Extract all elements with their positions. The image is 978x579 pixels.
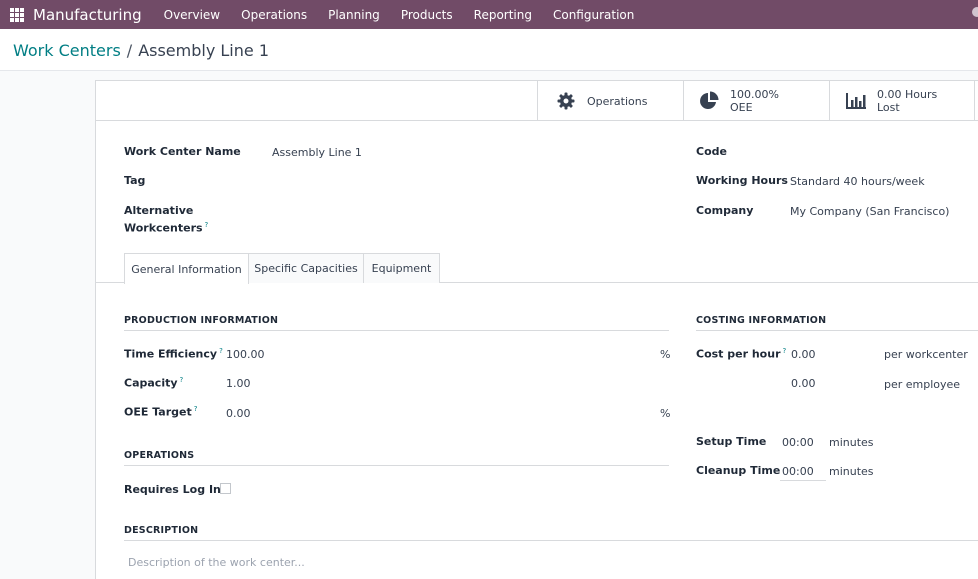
gear-icon	[555, 92, 577, 110]
costing-information-title: COSTING INFORMATION	[696, 315, 978, 331]
oee-target-text: OEE Target	[124, 405, 192, 419]
smart-button-box: Operations 100.00% OEE 0.00 Hours Lost	[96, 81, 978, 121]
production-information-title: PRODUCTION INFORMATION	[124, 315, 669, 331]
apps-menu-icon[interactable]	[10, 7, 24, 22]
bar-chart-icon	[845, 92, 867, 110]
oee-target-percent: %	[660, 407, 671, 420]
oee-stat: 100.00% OEE	[730, 88, 779, 114]
menu-products[interactable]: Products	[401, 8, 453, 22]
time-efficiency-input[interactable]: 100.00	[226, 348, 265, 361]
work-center-name-input[interactable]: Assembly Line 1	[272, 146, 362, 159]
cleanup-time-input[interactable]: 00:00	[782, 465, 814, 478]
pie-chart-icon	[698, 91, 720, 111]
setup-time-unit: minutes	[829, 436, 874, 449]
help-tooltip-icon[interactable]: ?	[194, 405, 198, 413]
help-tooltip-icon[interactable]: ?	[783, 347, 787, 355]
notebook-tabs: General Information Specific Capacities …	[96, 253, 978, 284]
tab-equipment[interactable]: Equipment	[364, 253, 440, 283]
cost-per-employee-input[interactable]: 0.00	[791, 377, 816, 390]
alternative-label-line1: Alternative	[124, 204, 194, 217]
time-efficiency-percent: %	[660, 348, 671, 361]
app-name[interactable]: Manufacturing	[33, 6, 142, 24]
menu-configuration[interactable]: Configuration	[553, 8, 634, 22]
lost-stat: 0.00 Hours Lost	[877, 88, 937, 114]
user-avatar-icon[interactable]	[972, 7, 978, 17]
oee-value: 100.00%	[730, 88, 779, 101]
time-efficiency-label: Time Efficiency?	[124, 347, 223, 361]
description-input[interactable]: Description of the work center...	[128, 556, 305, 569]
operations-button-label: Operations	[587, 94, 648, 108]
per-workcenter-unit: per workcenter	[884, 348, 968, 361]
company-input[interactable]: My Company (San Francisco)	[790, 205, 949, 218]
breadcrumb: Work Centers / Assembly Line 1	[13, 41, 269, 60]
company-label: Company	[696, 204, 754, 217]
cleanup-time-underline	[780, 480, 826, 481]
oee-target-input[interactable]: 0.00	[226, 407, 251, 420]
tag-label: Tag	[124, 174, 146, 187]
breadcrumb-current: Assembly Line 1	[138, 41, 269, 60]
per-employee-unit: per employee	[884, 378, 961, 391]
cleanup-time-unit: minutes	[829, 465, 874, 478]
code-input[interactable]	[790, 145, 970, 159]
cleanup-time-label: Cleanup Time	[696, 464, 781, 477]
help-tooltip-icon[interactable]: ?	[205, 221, 209, 229]
breadcrumb-work-centers[interactable]: Work Centers	[13, 41, 121, 60]
control-panel: Work Centers / Assembly Line 1	[0, 29, 978, 71]
menu-reporting[interactable]: Reporting	[474, 8, 532, 22]
lost-label: Lost	[877, 101, 900, 114]
help-tooltip-icon[interactable]: ?	[180, 376, 184, 384]
top-navbar: Manufacturing Overview Operations Planni…	[0, 0, 978, 29]
setup-time-label: Setup Time	[696, 435, 767, 448]
time-efficiency-text: Time Efficiency	[124, 347, 218, 361]
breadcrumb-separator: /	[126, 41, 133, 60]
operations-section-title: OPERATIONS	[124, 450, 669, 466]
tab-general-information[interactable]: General Information	[124, 253, 249, 284]
alternative-workcenters-input[interactable]	[272, 213, 522, 227]
menu-planning[interactable]: Planning	[328, 8, 380, 22]
menu-operations[interactable]: Operations	[241, 8, 307, 22]
oee-button[interactable]: 100.00% OEE	[683, 81, 829, 121]
capacity-text: Capacity	[124, 376, 178, 390]
oee-target-label: OEE Target?	[124, 405, 197, 419]
description-title: DESCRIPTION	[124, 525, 978, 541]
work-center-name-label: Work Center Name	[124, 145, 241, 158]
alternative-label-line2: Workcenters	[124, 221, 203, 235]
working-hours-input[interactable]: Standard 40 hours/week	[790, 175, 925, 188]
code-label: Code	[696, 145, 727, 158]
menu-overview[interactable]: Overview	[164, 8, 221, 22]
lost-hours-button[interactable]: 0.00 Hours Lost	[829, 81, 975, 121]
oee-label: OEE	[730, 101, 753, 114]
working-hours-label: Working Hours	[696, 174, 788, 187]
cost-per-workcenter-input[interactable]: 0.00	[791, 348, 816, 361]
lost-value: 0.00 Hours	[877, 88, 938, 101]
tag-input[interactable]	[272, 174, 522, 188]
tab-specific-capacities[interactable]: Specific Capacities	[249, 253, 364, 283]
capacity-label: Capacity?	[124, 376, 183, 390]
requires-login-label: Requires Log In	[124, 483, 221, 496]
capacity-input[interactable]: 1.00	[226, 377, 251, 390]
cost-per-hour-label: Cost per hour?	[696, 347, 786, 361]
requires-login-checkbox[interactable]	[220, 483, 231, 494]
alternative-workcenters-label: Workcenters?	[124, 221, 208, 235]
setup-time-input[interactable]: 00:00	[782, 436, 814, 449]
operations-button[interactable]: Operations	[537, 81, 683, 121]
form-sheet: Operations 100.00% OEE 0.00 Hours Lost W…	[95, 80, 978, 579]
cost-per-hour-text: Cost per hour	[696, 347, 781, 361]
help-tooltip-icon[interactable]: ?	[219, 347, 223, 355]
